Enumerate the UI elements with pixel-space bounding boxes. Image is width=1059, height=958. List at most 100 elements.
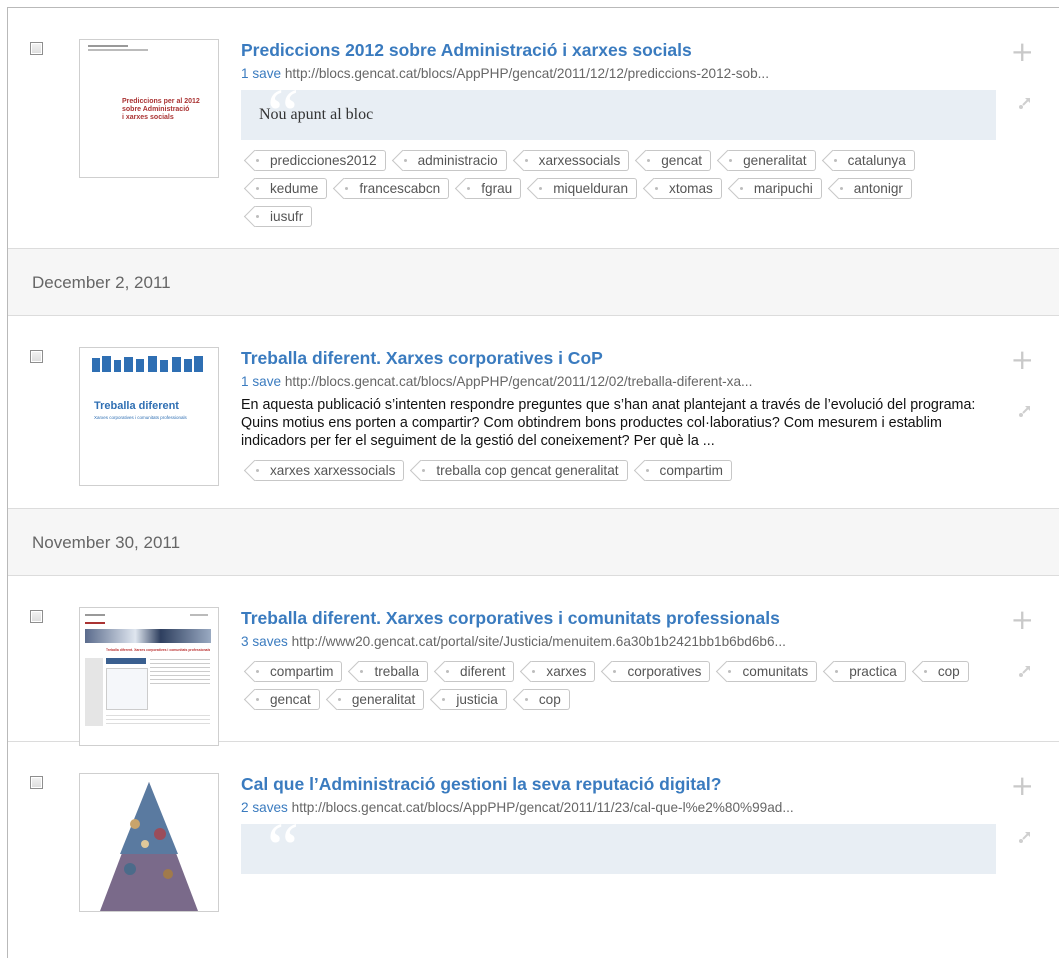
share-arrow-icon[interactable] [1018,404,1032,418]
share-arrow-icon[interactable] [1018,664,1032,678]
plus-icon[interactable]: + [1011,38,1034,66]
tag[interactable]: compartim [643,460,732,481]
tag[interactable]: catalunya [831,150,915,171]
tag[interactable]: gencat [645,150,712,171]
tag-label: cop [538,692,561,707]
save-count[interactable]: 1 save [241,374,281,389]
bookmark-meta: 2 saves http://blocs.gencat.cat/blocs/Ap… [241,799,996,817]
plus-icon[interactable]: + [1011,772,1034,800]
tag-label: catalunya [847,153,906,168]
tag-label: miquelduran [553,181,629,196]
quote-icon: “ [267,808,299,888]
bookmark-thumbnail[interactable]: Treballa diferent. Xarxes corporatives i… [79,607,219,746]
bookmark-list: Prediccions per al 2012 sobre Administra… [7,7,1059,958]
bookmark-title[interactable]: Treballa diferent. Xarxes corporatives i… [241,607,996,629]
tag-label: cop [937,664,960,679]
tag-label: treballa [374,664,420,679]
tag-label: xarxes [546,664,587,679]
date-header: December 2, 2011 [8,249,1059,316]
select-checkbox[interactable] [30,610,43,623]
bookmark-url: http://blocs.gencat.cat/blocs/AppPHP/gen… [291,800,794,815]
tag[interactable]: treballa cop gencat generalitat [420,460,628,481]
bookmark-note: “ [241,812,996,884]
tag[interactable]: francescabcn [343,178,450,199]
tag[interactable]: justicia [440,689,507,710]
tag[interactable]: corporatives [611,661,711,682]
tag-list: xarxes xarxessocials treballa cop gencat … [241,460,981,488]
bookmark-title[interactable]: Cal que l’Administració gestioni la seva… [241,773,996,795]
thumb-heading: Treballa diferent. Xarxes corporatives i… [106,648,210,652]
tag[interactable]: generalitat [727,150,816,171]
tag[interactable]: kedume [254,178,328,199]
thumb-text-line: i xarxes socials [122,114,174,121]
tag-label: kedume [270,181,319,196]
bookmark-title[interactable]: Treballa diferent. Xarxes corporatives i… [241,347,996,369]
tag-label: generalitat [351,692,416,707]
tag-label: diferent [460,664,506,679]
bookmark-note: “ Nou apunt al bloc [241,78,996,150]
tag-label: gencat [270,692,311,707]
share-arrow-icon[interactable] [1018,830,1032,844]
tag[interactable]: antonigr [837,178,912,199]
tag-label: xtomas [669,181,713,196]
tag-label: justicia [456,692,498,707]
tag[interactable]: cop [522,689,570,710]
people-silhouettes-icon [92,356,203,372]
plus-icon[interactable]: + [1011,346,1034,374]
tag-label: compartim [659,463,723,478]
select-checkbox[interactable] [30,42,43,55]
bookmark-meta: 3 saves http://www20.gencat.cat/portal/s… [241,633,996,651]
tag[interactable]: comunitats [726,661,818,682]
thumb-title: Treballa diferent [94,400,179,412]
bookmark-thumbnail[interactable] [79,773,219,912]
tag-label: administracio [417,153,498,168]
tag-label: gencat [661,153,703,168]
tag[interactable]: compartim [254,661,343,682]
tag[interactable]: administracio [401,150,507,171]
tag[interactable]: cop [921,661,969,682]
bookmark-item: Treballa diferent Xarxes corporatives i … [8,316,1059,509]
bookmark-url: http://blocs.gencat.cat/blocs/AppPHP/gen… [284,374,753,389]
tag[interactable]: xarxes [530,661,596,682]
tag[interactable]: treballa [358,661,429,682]
tag-label: xarxes xarxessocials [270,463,396,478]
bookmark-item: Prediccions per al 2012 sobre Administra… [8,8,1059,249]
thumb-text-line: sobre Administració [122,106,190,113]
tag-label: fgrau [481,181,513,196]
tag[interactable]: fgrau [465,178,522,199]
tag-label: corporatives [627,664,702,679]
tag-label: francescabcn [359,181,441,196]
tag[interactable]: iusufr [254,206,313,227]
tag-label: generalitat [743,153,807,168]
tag[interactable]: xarxes xarxessocials [254,460,405,481]
note-text: Nou apunt al bloc [259,106,374,123]
select-checkbox[interactable] [30,776,43,789]
bookmark-title[interactable]: Prediccions 2012 sobre Administració i x… [241,39,996,61]
tag-label: treballa cop gencat generalitat [436,463,619,478]
bookmark-thumbnail[interactable]: Prediccions per al 2012 sobre Administra… [79,39,219,178]
bookmark-thumbnail[interactable]: Treballa diferent Xarxes corporatives i … [79,347,219,486]
save-count[interactable]: 3 saves [241,634,288,649]
tag-label: practica [849,664,897,679]
bookmark-description: En aquesta publicació s’intenten respond… [241,397,976,449]
tag-list: predicciones2012 administracio xarxessocia… [241,150,981,234]
thumb-text-line: Prediccions per al 2012 [122,98,200,105]
tag-label: iusufr [270,209,304,224]
tag[interactable]: practica [833,661,906,682]
tag[interactable]: xarxessocials [522,150,630,171]
tag[interactable]: gencat [254,689,320,710]
thumb-subtitle: Xarxes corporatives i comunitats profess… [94,415,187,420]
tag-list: compartim treballa diferent xarxes corporati… [241,661,981,717]
bookmark-meta: 1 save http://blocs.gencat.cat/blocs/App… [241,65,996,83]
tag[interactable]: maripuchi [737,178,822,199]
share-arrow-icon[interactable] [1018,96,1032,110]
tag[interactable]: predicciones2012 [254,150,386,171]
tag-label: comunitats [742,664,809,679]
select-checkbox[interactable] [30,350,43,363]
bookmark-item: Cal que l’Administració gestioni la seva… [8,742,1059,912]
plus-icon[interactable]: + [1011,606,1034,634]
tag[interactable]: diferent [444,661,515,682]
tag[interactable]: xtomas [653,178,722,199]
tag[interactable]: generalitat [335,689,425,710]
tag[interactable]: miquelduran [537,178,638,199]
